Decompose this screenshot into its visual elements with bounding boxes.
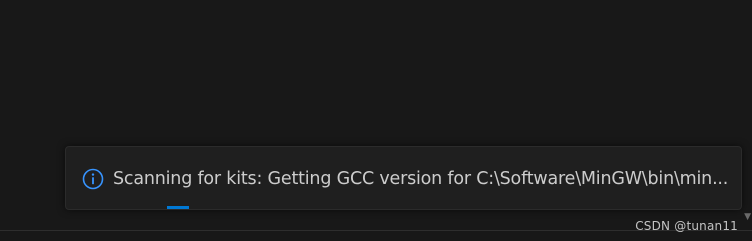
progress-indicator bbox=[167, 206, 189, 209]
watermark: CSDN @tunan11 bbox=[635, 219, 738, 233]
progress-bar bbox=[66, 206, 741, 209]
chevron-down-icon: ▼ bbox=[744, 212, 751, 222]
notification-message: Scanning for kits: Getting GCC version f… bbox=[113, 169, 729, 189]
info-icon bbox=[82, 168, 104, 190]
notification-toast[interactable]: Scanning for kits: Getting GCC version f… bbox=[65, 146, 742, 210]
